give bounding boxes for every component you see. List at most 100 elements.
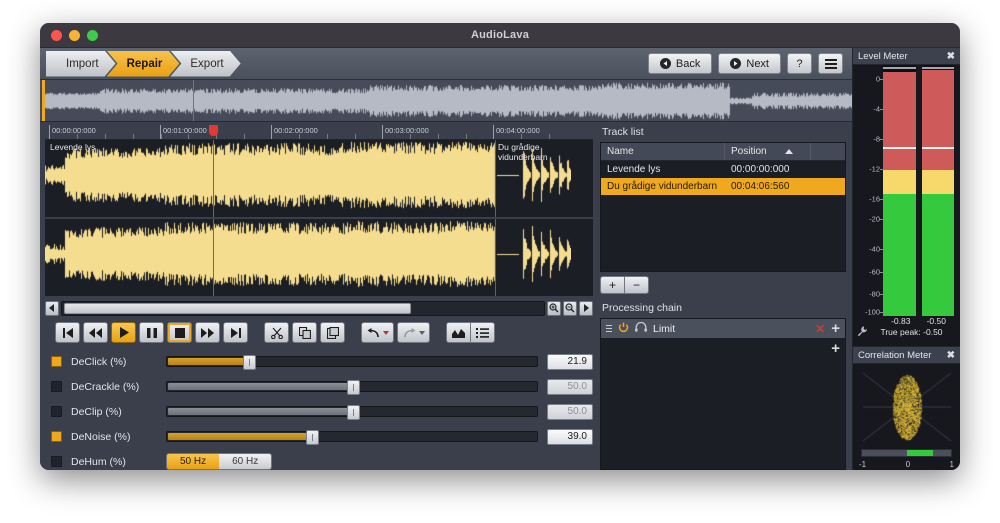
- overview-start-marker[interactable]: [42, 80, 45, 121]
- level-scale-tick: -12: [869, 165, 880, 174]
- dehum-50hz-button[interactable]: 50 Hz: [167, 454, 219, 469]
- waveform-pane-right-channel[interactable]: [45, 219, 593, 296]
- playhead-line-left[interactable]: [213, 140, 214, 217]
- repair-parameters: DeClick (%) 21.9 DeCrackle (%): [45, 345, 593, 470]
- list-item[interactable]: Limit ✕ +: [601, 319, 845, 338]
- headphones-icon[interactable]: [635, 322, 647, 335]
- level-meter-body[interactable]: 0-4-8-12-16-20-40-60-80-100: [853, 65, 960, 316]
- level-meter-scale: 0-4-8-12-16-20-40-60-80-100: [853, 65, 883, 316]
- level-meter-bars: [883, 65, 954, 316]
- wrench-icon[interactable]: [857, 326, 868, 339]
- pause-button[interactable]: [139, 322, 164, 343]
- timeline-ruler[interactable]: 00:00:00:000 00:01:00:000 00:02:00:000: [45, 125, 593, 140]
- drag-handle-icon[interactable]: [606, 325, 612, 332]
- add-track-button[interactable]: +: [600, 276, 625, 294]
- decrackle-slider-thumb[interactable]: [347, 380, 360, 395]
- dehum-checkbox[interactable]: [51, 456, 62, 467]
- wizard-step-repair[interactable]: Repair: [107, 51, 180, 77]
- redo-dropdown-arrow[interactable]: [419, 331, 425, 335]
- horizontal-scrollbar[interactable]: [45, 299, 593, 317]
- level-meter-channel-left: [883, 65, 916, 316]
- column-header-name[interactable]: Name: [601, 143, 725, 160]
- close-icon[interactable]: ✖: [947, 350, 955, 361]
- wizard-step-repair-label: Repair: [127, 58, 163, 70]
- correlation-meter-body[interactable]: -1 0 1: [853, 364, 960, 470]
- arrow-left-circle-icon: [660, 58, 671, 69]
- overview-waveform[interactable]: [40, 80, 852, 122]
- close-icon[interactable]: ✖: [947, 51, 955, 62]
- right-panel: Track list Name Position: [596, 122, 852, 470]
- dehum-60hz-button[interactable]: 60 Hz: [219, 454, 271, 469]
- goniometer-display: [859, 369, 955, 445]
- zoom-in-button[interactable]: [547, 301, 561, 316]
- scrollbar-thumb[interactable]: [64, 303, 411, 314]
- declip-label: DeClip (%): [71, 406, 157, 418]
- track-view-button[interactable]: [470, 322, 495, 343]
- table-row[interactable]: Du grådige vidunderbarn 00:04:06:560: [601, 178, 845, 195]
- undo-button[interactable]: [361, 322, 394, 343]
- cut-button[interactable]: [264, 322, 289, 343]
- declip-slider[interactable]: [166, 406, 538, 417]
- skip-start-button[interactable]: [55, 322, 80, 343]
- denoise-label: DeNoise (%): [71, 431, 157, 443]
- help-button[interactable]: ?: [787, 53, 812, 74]
- declick-value[interactable]: 21.9: [547, 354, 593, 370]
- ruler-label-1: 00:01:00:000: [163, 126, 207, 135]
- list-view-button[interactable]: [818, 53, 843, 74]
- param-row-declick: DeClick (%) 21.9: [51, 353, 593, 370]
- back-button[interactable]: Back: [648, 53, 712, 74]
- remove-effect-button[interactable]: ✕: [815, 323, 825, 335]
- next-button[interactable]: Next: [718, 53, 781, 74]
- redo-button[interactable]: [397, 322, 430, 343]
- declip-checkbox[interactable]: [51, 406, 62, 417]
- transport-controls: [45, 317, 593, 345]
- declip-value[interactable]: 50.0: [547, 404, 593, 420]
- processing-chain-list[interactable]: Limit ✕ + +: [600, 318, 846, 470]
- copy-button[interactable]: [292, 322, 317, 343]
- column-header-position[interactable]: Position: [725, 143, 811, 160]
- declip-slider-thumb[interactable]: [347, 405, 360, 420]
- track-list[interactable]: Name Position Levende lys 00:00:00:000: [600, 142, 846, 272]
- rewind-button[interactable]: [83, 322, 108, 343]
- skip-end-button[interactable]: [223, 322, 248, 343]
- playhead-line-right[interactable]: [213, 219, 214, 296]
- denoise-slider[interactable]: [166, 431, 538, 442]
- add-effect-inline-button[interactable]: +: [831, 321, 840, 336]
- back-button-label: Back: [676, 58, 700, 70]
- declick-slider[interactable]: [166, 356, 538, 367]
- toolbar-actions: Back Next ?: [648, 53, 852, 74]
- declick-checkbox[interactable]: [51, 356, 62, 367]
- denoise-slider-thumb[interactable]: [306, 430, 319, 445]
- scrollbar-track[interactable]: [61, 301, 545, 316]
- table-row[interactable]: Levende lys 00:00:00:000: [601, 161, 845, 178]
- level-meter-footer: -0.83 -0.50 True peak: -0.50: [853, 316, 960, 346]
- level-meter-channel-right: [922, 65, 955, 316]
- waveform-view-button[interactable]: [446, 322, 471, 343]
- decrackle-slider[interactable]: [166, 381, 538, 392]
- ruler-label-0: 00:00:00:000: [52, 126, 96, 135]
- power-icon[interactable]: [618, 322, 629, 336]
- wizard-step-export[interactable]: Export: [170, 51, 240, 77]
- fast-forward-button[interactable]: [195, 322, 220, 343]
- paste-button[interactable]: [320, 322, 345, 343]
- stop-button[interactable]: [167, 322, 192, 343]
- decrackle-value[interactable]: 50.0: [547, 379, 593, 395]
- waveform-pane-left-channel[interactable]: Levende lys Du grådige vidunderbarn: [45, 140, 593, 219]
- window-titlebar: AudioLava: [40, 23, 960, 48]
- remove-track-button[interactable]: −: [624, 276, 649, 294]
- overview-playhead[interactable]: [193, 80, 194, 121]
- help-button-label: ?: [796, 58, 802, 70]
- declip-slider-fill: [168, 408, 353, 415]
- undo-dropdown-arrow[interactable]: [383, 331, 389, 335]
- playhead-handle[interactable]: [209, 125, 218, 136]
- decrackle-checkbox[interactable]: [51, 381, 62, 392]
- scroll-right-button[interactable]: [579, 301, 593, 316]
- wizard-step-import[interactable]: Import: [46, 51, 116, 77]
- denoise-value[interactable]: 39.0: [547, 429, 593, 445]
- denoise-checkbox[interactable]: [51, 431, 62, 442]
- scroll-left-button[interactable]: [45, 301, 59, 316]
- add-effect-button[interactable]: +: [831, 341, 840, 356]
- declick-slider-thumb[interactable]: [243, 355, 256, 370]
- zoom-out-button[interactable]: [563, 301, 577, 316]
- play-button[interactable]: [111, 322, 136, 343]
